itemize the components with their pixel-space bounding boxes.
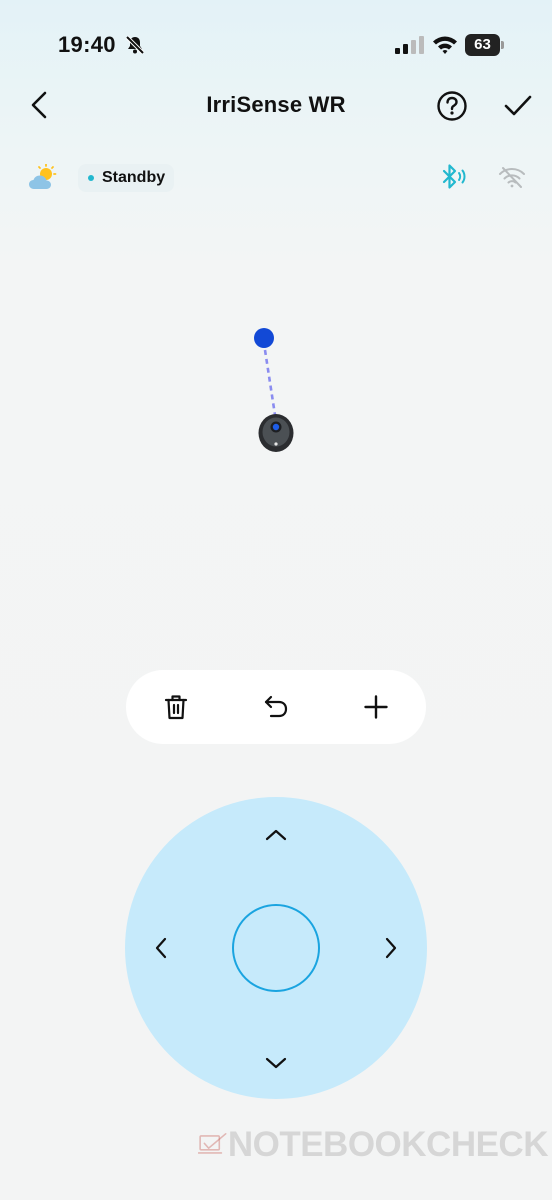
page-title: IrriSense WR (206, 92, 346, 117)
status-indicator-dot (88, 175, 94, 181)
status-bar: 19:40 63 (0, 0, 552, 80)
back-button[interactable] (22, 88, 56, 122)
undo-icon (264, 695, 288, 718)
chevron-down-icon (265, 1057, 287, 1069)
target-point (254, 328, 274, 348)
chevron-left-icon (155, 937, 167, 959)
chevron-right-icon (385, 937, 397, 959)
bell-slash-icon (124, 34, 146, 56)
watermark-text: NOTEBOOKCHECK (227, 1125, 549, 1164)
joystick-center-button[interactable] (232, 904, 320, 992)
battery-level: 63 (465, 34, 500, 56)
bluetooth-connected-icon[interactable] (438, 162, 468, 192)
delete-icon (164, 695, 188, 720)
direction-joystick[interactable] (125, 797, 427, 1099)
device-status-badge: Standby (78, 164, 175, 192)
move-down-button[interactable] (256, 1043, 296, 1083)
checkmark-icon (504, 95, 532, 116)
partly-cloudy-icon (28, 163, 58, 192)
notebookcheck-logo-icon (198, 1133, 227, 1154)
chevron-left-icon (31, 91, 47, 119)
move-right-button[interactable] (371, 928, 411, 968)
edit-toolbar (126, 670, 426, 744)
map-canvas[interactable] (0, 220, 552, 640)
undo-button[interactable] (256, 687, 296, 727)
path-line (263, 349, 277, 416)
add-button[interactable] (356, 687, 396, 727)
battery-icon: 63 (465, 34, 505, 56)
help-circle-icon (437, 91, 467, 121)
wifi-off-icon[interactable] (498, 166, 526, 188)
robot-mower-icon (258, 414, 294, 452)
move-up-button[interactable] (256, 815, 296, 855)
status-time: 19:40 (58, 32, 116, 57)
help-button[interactable] (436, 90, 468, 122)
chevron-up-icon (265, 829, 287, 841)
confirm-button[interactable] (502, 90, 534, 122)
add-icon (364, 695, 388, 719)
cellular-signal-icon (395, 36, 425, 54)
delete-button[interactable] (156, 687, 196, 727)
watermark: NOTEBOOKCHECK (198, 1122, 549, 1168)
device-status-text: Standby (102, 169, 166, 186)
battery-tip (501, 41, 504, 49)
move-left-button[interactable] (141, 928, 181, 968)
header-bar: IrriSense WR (0, 80, 552, 130)
wifi-icon (432, 35, 458, 55)
